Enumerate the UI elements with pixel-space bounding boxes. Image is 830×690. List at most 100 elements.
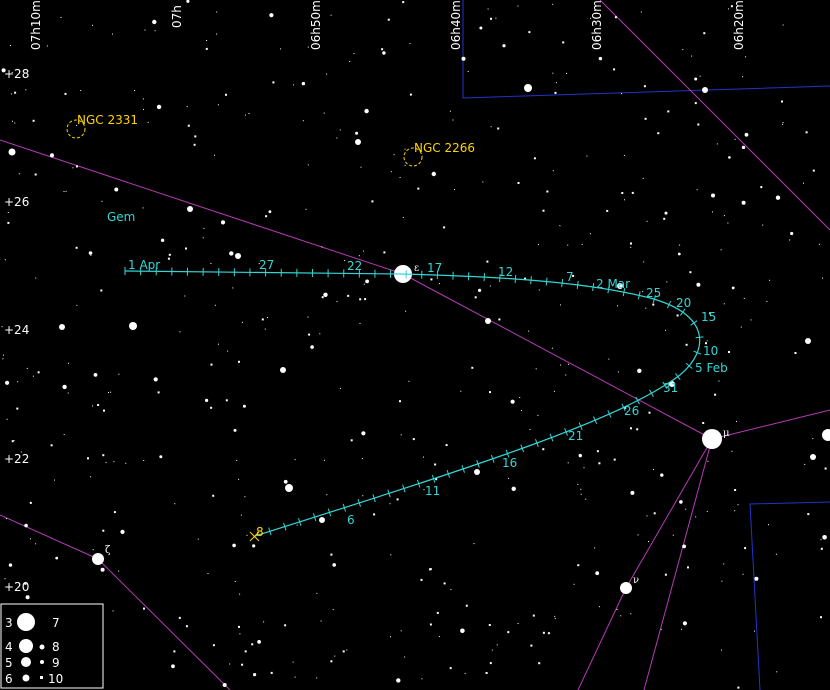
background-star [766, 300, 768, 302]
background-star [186, 0, 190, 3]
date-label-22: 22 [347, 259, 362, 273]
background-star [581, 243, 583, 245]
background-star [390, 171, 392, 173]
figure-line [711, 409, 830, 440]
background-star [233, 428, 237, 432]
background-star [706, 340, 708, 342]
background-star [359, 298, 362, 301]
star [485, 318, 491, 324]
background-star [62, 384, 67, 390]
background-star [263, 621, 265, 623]
background-star [672, 534, 674, 536]
background-star [143, 108, 144, 110]
background-star [174, 503, 176, 505]
background-star [371, 200, 374, 203]
background-star [302, 120, 304, 122]
bright-stars [8, 84, 830, 594]
star-mag-6-icon [22, 674, 30, 682]
background-star [14, 122, 16, 124]
background-star [464, 672, 466, 674]
background-star [184, 295, 186, 297]
background-star [685, 508, 687, 510]
background-star [652, 303, 655, 306]
background-star [238, 360, 240, 363]
background-star [212, 644, 215, 647]
background-star [153, 377, 158, 382]
background-star [30, 538, 31, 540]
background-star [232, 287, 234, 289]
background-star [399, 400, 401, 403]
dec-label-20: +20 [4, 580, 29, 594]
background-star [319, 333, 321, 335]
path-tick [695, 336, 704, 339]
background-star [623, 155, 625, 156]
background-star [55, 556, 59, 560]
background-star [3, 354, 4, 356]
background-star [621, 93, 622, 95]
background-star [490, 126, 492, 128]
background-star [538, 243, 539, 245]
background-star [754, 630, 755, 632]
background-star [332, 609, 334, 611]
background-star [108, 392, 109, 393]
ra-labels: 07h10m 07h 06h50m 06h40m 06h30m 06h20m [29, 0, 746, 50]
background-star [768, 524, 769, 526]
background-star [460, 628, 465, 634]
background-star [364, 108, 369, 114]
background-star [25, 89, 27, 91]
background-star [737, 504, 739, 506]
background-star [240, 514, 242, 516]
background-star [93, 373, 98, 377]
background-star [646, 220, 648, 222]
background-star [429, 623, 432, 626]
background-star [330, 660, 333, 663]
background-star [326, 494, 328, 496]
background-star [157, 391, 160, 394]
background-star [173, 650, 176, 653]
background-star [238, 478, 240, 480]
background-star [364, 298, 367, 301]
background-star [159, 455, 163, 459]
background-star [185, 247, 187, 250]
background-star [532, 614, 535, 617]
background-star [214, 304, 216, 306]
background-star [387, 18, 390, 21]
background-star [280, 48, 282, 50]
star-chart: ε μ ζ ν 1 Apr 27 22 17 12 7 2 Mar 25 20 … [0, 0, 830, 690]
background-star [538, 662, 541, 665]
background-star [32, 375, 34, 377]
background-star [465, 604, 468, 607]
star [59, 324, 65, 330]
figure-line [643, 438, 713, 690]
background-star [689, 271, 692, 274]
background-star [8, 563, 13, 567]
background-star [320, 620, 322, 622]
background-star [652, 469, 654, 470]
background-star [321, 296, 324, 299]
background-star [142, 98, 144, 100]
background-star [101, 200, 103, 202]
background-star [580, 493, 582, 495]
star [235, 253, 241, 259]
background-star [103, 409, 105, 412]
background-star [171, 664, 175, 669]
background-star [820, 539, 822, 541]
background-star [293, 84, 294, 86]
background-star [344, 260, 346, 262]
background-star [737, 686, 740, 689]
background-star [363, 250, 365, 252]
background-star [716, 143, 718, 145]
background-star [694, 77, 698, 81]
background-star [491, 649, 493, 651]
background-star [409, 43, 411, 45]
background-star [334, 655, 336, 657]
background-star [144, 29, 146, 31]
background-star [227, 350, 229, 352]
background-star [685, 343, 688, 346]
background-star [517, 182, 520, 184]
background-star [63, 191, 65, 192]
background-star [822, 277, 824, 279]
background-star [445, 444, 448, 447]
background-star [207, 573, 209, 574]
background-star [4, 259, 6, 261]
